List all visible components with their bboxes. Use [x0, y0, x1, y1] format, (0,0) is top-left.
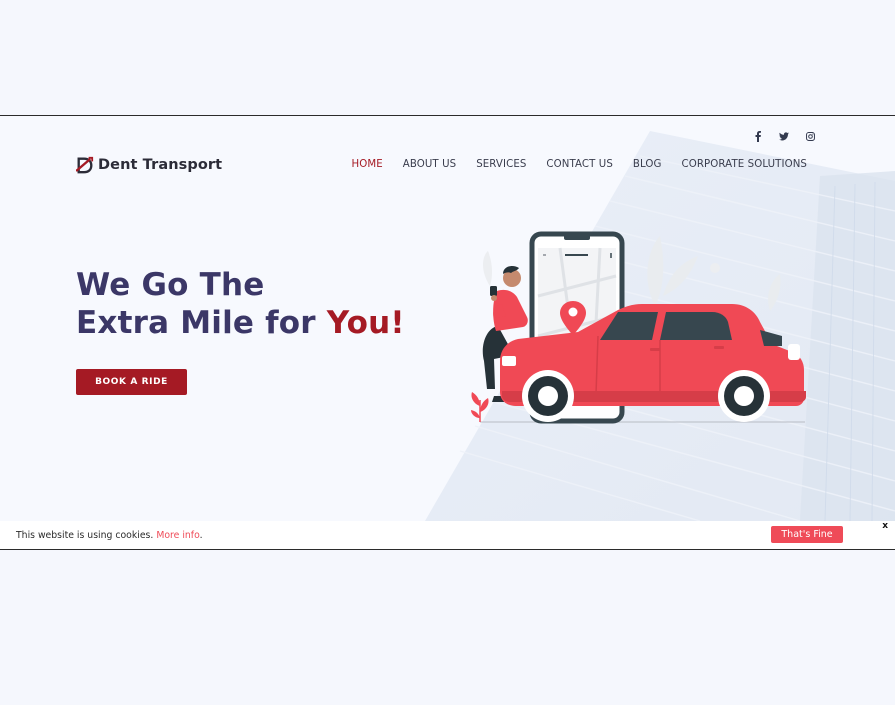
hero-accent: You! — [326, 305, 405, 341]
nav-item-home[interactable]: HOME — [351, 159, 382, 170]
main-nav: HOME ABOUT US SERVICES CONTACT US BLOG C… — [351, 159, 807, 170]
page-frame: Dent Transport HOME ABOUT US SERVICES CO… — [0, 115, 895, 550]
nav-item-corporate-solutions[interactable]: CORPORATE SOLUTIONS — [682, 159, 807, 170]
close-cookie-button[interactable]: x — [882, 521, 888, 531]
brand-name: Dent Transport — [98, 157, 223, 173]
nav-item-services[interactable]: SERVICES — [476, 159, 526, 170]
brand-logo[interactable]: Dent Transport — [76, 156, 222, 174]
facebook-icon[interactable] — [753, 129, 763, 143]
accept-cookies-button[interactable]: That's Fine — [771, 526, 843, 543]
nav-item-blog[interactable]: BLOG — [633, 159, 662, 170]
cookie-text: This website is using cookies. — [16, 530, 157, 541]
more-info-link[interactable]: More info — [156, 530, 199, 541]
hero-line-2: Extra Mile for — [76, 305, 327, 341]
instagram-icon[interactable] — [805, 129, 815, 143]
hero-line-1: We Go The — [76, 267, 265, 303]
cookie-message: This website is using cookies. More info… — [16, 530, 203, 541]
cookie-period: . — [199, 530, 203, 541]
cookie-banner: This website is using cookies. More info… — [0, 521, 895, 549]
nav-item-contact-us[interactable]: CONTACT US — [546, 159, 612, 170]
hero-heading: We Go The Extra Mile for You! — [76, 266, 405, 342]
twitter-icon[interactable] — [779, 129, 789, 143]
logo-mark-icon — [76, 156, 94, 174]
social-links — [753, 129, 815, 143]
car-illustration — [471, 231, 806, 424]
nav-item-about-us[interactable]: ABOUT US — [403, 159, 456, 170]
book-a-ride-button[interactable]: BOOK A RIDE — [76, 369, 187, 395]
